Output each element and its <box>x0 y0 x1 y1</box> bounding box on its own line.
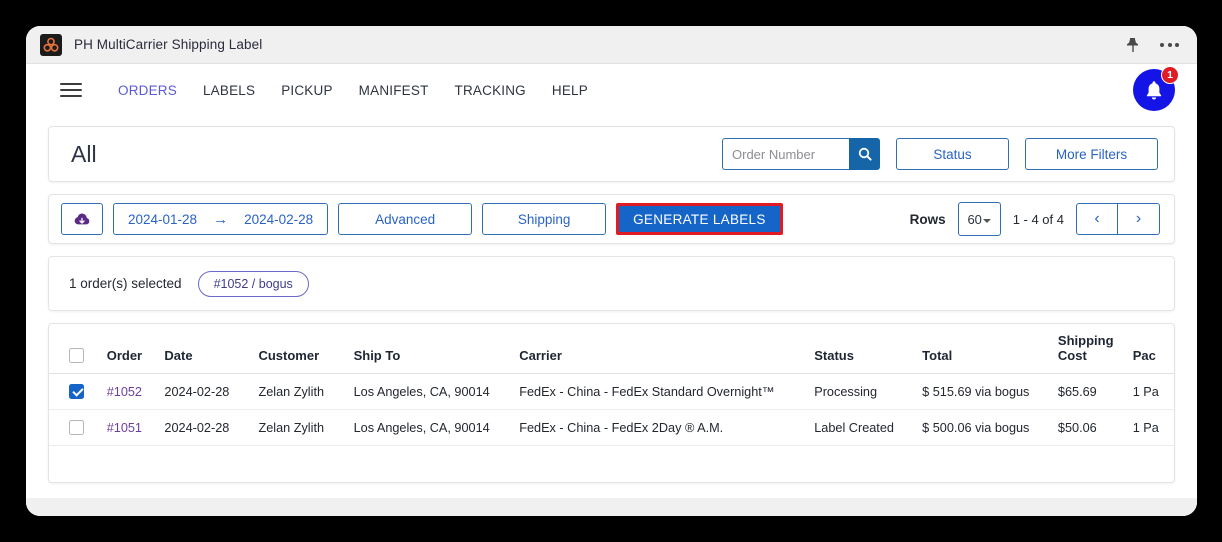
column-header-total[interactable]: Total <box>922 324 1058 375</box>
chevron-left-icon[interactable]: ‹ <box>1076 203 1118 235</box>
nav-item-pickup[interactable]: PICKUP <box>281 83 332 98</box>
window-title: PH MultiCarrier Shipping Label <box>74 37 263 52</box>
column-header-date[interactable]: Date <box>164 324 259 375</box>
app-window: PH MultiCarrier Shipping Label ORDERS LA… <box>26 26 1197 516</box>
trefoil-app-icon <box>40 33 62 56</box>
pagination-controls: Rows 60 1 - 4 of 4 ‹ › <box>910 202 1160 236</box>
orders-table-card: Order Date Customer Ship To Carrier Stat… <box>48 323 1175 483</box>
nav-item-tracking[interactable]: TRACKING <box>455 83 526 98</box>
date-range-arrow-icon: → <box>213 210 229 228</box>
cell-packages: 1 Pa <box>1132 373 1174 411</box>
table-row[interactable]: #1051 2024-02-28 Zelan Zylith Los Angele… <box>49 409 1174 447</box>
selected-count-label: 1 order(s) selected <box>69 276 182 291</box>
notifications: 1 <box>1133 66 1179 111</box>
header-actions: Status More Filters <box>722 138 1158 170</box>
date-range-picker[interactable]: 2024-01-28 → 2024-02-28 <box>113 203 329 235</box>
nav-item-labels[interactable]: LABELS <box>203 83 255 98</box>
rows-per-page-select[interactable]: 60 <box>957 202 1001 236</box>
search-input[interactable] <box>722 138 849 170</box>
selection-summary-card: 1 order(s) selected #1052 / bogus <box>48 256 1175 311</box>
cloud-download-icon[interactable] <box>61 203 103 235</box>
cell-order: #1052 <box>106 373 165 411</box>
column-header-ship-to[interactable]: Ship To <box>353 324 520 375</box>
nav-item-help[interactable]: HELP <box>552 83 588 98</box>
cell-date: 2024-02-28 <box>164 373 259 411</box>
rows-per-page-value: 60 <box>967 211 982 227</box>
cell-order: #1051 <box>106 409 165 447</box>
select-all-checkbox[interactable] <box>69 348 84 364</box>
cell-packages: 1 Pa <box>1132 409 1174 447</box>
toolbar-left-group: 2024-01-28 → 2024-02-28 Advanced Shippin… <box>61 203 783 235</box>
cell-status: Processing <box>814 373 923 411</box>
cell-total: $ 515.69 via bogus <box>922 373 1058 411</box>
toolbar-card: 2024-01-28 → 2024-02-28 Advanced Shippin… <box>48 194 1175 244</box>
orders-table-scroll-area[interactable]: Order Date Customer Ship To Carrier Stat… <box>49 324 1174 482</box>
cell-customer: Zelan Zylith <box>258 373 354 411</box>
orders-table-body: #1052 2024-02-28 Zelan Zylith Los Angele… <box>49 373 1174 447</box>
page-title: All <box>71 140 97 167</box>
cell-ship-to: Los Angeles, CA, 90014 <box>353 409 520 447</box>
orders-table-head: Order Date Customer Ship To Carrier Stat… <box>49 324 1174 375</box>
select-all-header <box>49 324 107 375</box>
hamburger-menu-icon[interactable] <box>60 83 82 97</box>
chevron-down-icon <box>982 218 991 223</box>
cell-carrier: FedEx - China - FedEx 2Day ® A.M. <box>519 409 815 447</box>
row-checkbox[interactable] <box>69 384 84 400</box>
nav-links: ORDERS LABELS PICKUP MANIFEST TRACKING H… <box>118 83 588 98</box>
order-number-search-group <box>722 138 880 170</box>
row-select-cell <box>49 373 107 411</box>
column-header-carrier[interactable]: Carrier <box>519 324 815 375</box>
status-filter-button[interactable]: Status <box>896 138 1009 170</box>
column-header-order[interactable]: Order <box>106 324 165 375</box>
date-range-to: 2024-02-28 <box>244 211 314 227</box>
chevron-right-icon[interactable]: › <box>1118 203 1160 235</box>
title-bar: PH MultiCarrier Shipping Label <box>26 26 1197 64</box>
pager-buttons: ‹ › <box>1076 203 1160 235</box>
cell-date: 2024-02-28 <box>164 409 259 447</box>
column-header-customer[interactable]: Customer <box>258 324 354 375</box>
order-link[interactable]: #1052 <box>107 385 142 399</box>
page-bottom-area <box>26 498 1197 516</box>
cell-shipping-cost: $65.69 <box>1057 373 1133 411</box>
date-range-from: 2024-01-28 <box>128 211 198 227</box>
row-select-cell <box>49 409 107 447</box>
order-link[interactable]: #1051 <box>107 421 142 435</box>
filters-header-card: All Status More Filters <box>48 126 1175 182</box>
table-row[interactable]: #1052 2024-02-28 Zelan Zylith Los Angele… <box>49 373 1174 411</box>
shipping-button[interactable]: Shipping <box>482 203 607 235</box>
notification-count-badge: 1 <box>1161 66 1179 84</box>
nav-item-manifest[interactable]: MANIFEST <box>359 83 429 98</box>
main-navigation-bar: ORDERS LABELS PICKUP MANIFEST TRACKING H… <box>26 64 1197 116</box>
advanced-button[interactable]: Advanced <box>338 203 473 235</box>
row-checkbox[interactable] <box>69 420 84 436</box>
selected-order-chip[interactable]: #1052 / bogus <box>197 270 309 297</box>
column-header-packages[interactable]: Pac <box>1132 324 1174 375</box>
nav-item-orders[interactable]: ORDERS <box>118 83 177 98</box>
orders-table: Order Date Customer Ship To Carrier Stat… <box>49 324 1174 447</box>
column-header-status[interactable]: Status <box>814 324 923 375</box>
cell-shipping-cost: $50.06 <box>1057 409 1133 447</box>
rows-label: Rows <box>909 211 946 227</box>
table-header-row: Order Date Customer Ship To Carrier Stat… <box>49 324 1174 375</box>
search-icon[interactable] <box>849 138 880 170</box>
column-header-shipping-cost[interactable]: Shipping Cost <box>1057 324 1133 375</box>
page-body: All Status More Filters <box>26 116 1197 516</box>
generate-labels-button[interactable]: GENERATE LABELS <box>616 203 783 235</box>
more-filters-button[interactable]: More Filters <box>1025 138 1158 170</box>
cell-status: Label Created <box>814 409 923 447</box>
cell-carrier: FedEx - China - FedEx Standard Overnight… <box>519 373 815 411</box>
column-header-shipping-cost-label: Shipping Cost <box>1057 333 1114 363</box>
cell-customer: Zelan Zylith <box>258 409 354 447</box>
cell-total: $ 500.06 via bogus <box>922 409 1058 447</box>
more-options-icon[interactable] <box>1160 42 1179 47</box>
pin-icon[interactable] <box>1126 37 1140 53</box>
pagination-range-text: 1 - 4 of 4 <box>1012 211 1064 227</box>
cell-ship-to: Los Angeles, CA, 90014 <box>353 373 520 411</box>
